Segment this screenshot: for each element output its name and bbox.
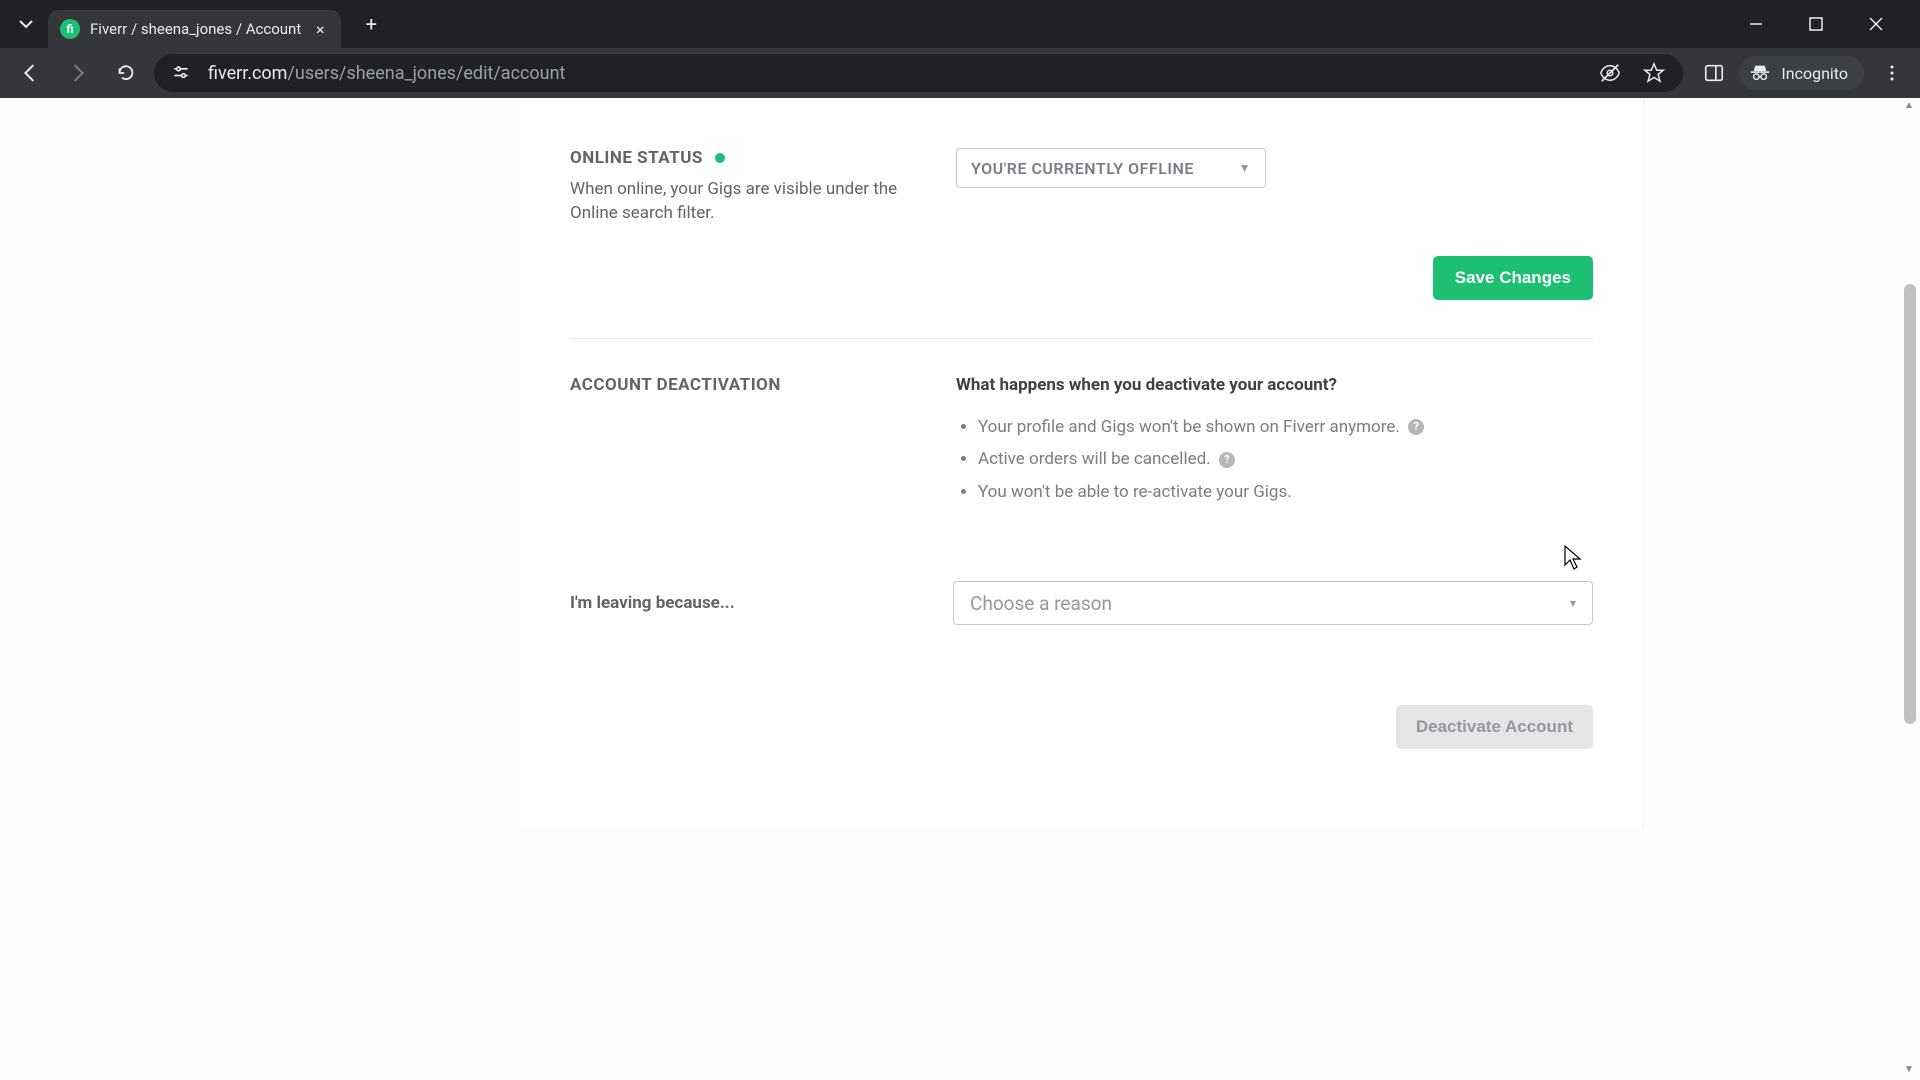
online-status-heading: ONLINE STATUS (570, 148, 916, 168)
side-panel-button[interactable] (1699, 58, 1729, 88)
online-status-select[interactable]: YOU'RE CURRENTLY OFFLINE ▼ (956, 148, 1266, 188)
minimize-icon (1749, 17, 1763, 31)
eye-off-icon (1599, 62, 1621, 84)
incognito-badge[interactable]: Incognito (1739, 56, 1864, 90)
leaving-reason-select[interactable]: Choose a reason ▾ (953, 581, 1593, 625)
dots-vertical-icon (1883, 64, 1901, 82)
privacy-eye-button[interactable] (1595, 58, 1625, 88)
deactivation-info-title: What happens when you deactivate your ac… (956, 375, 1593, 395)
url-domain: fiverr.com (208, 63, 287, 84)
chevron-down-icon: ▼ (1239, 161, 1251, 175)
url-field[interactable]: fiverr.com/users/sheena_jones/edit/accou… (154, 54, 1683, 92)
chevron-down-icon: ▾ (1570, 596, 1576, 610)
scroll-down-arrow-icon[interactable]: ▼ (1903, 1064, 1915, 1078)
reload-icon (115, 62, 137, 84)
incognito-label: Incognito (1781, 64, 1848, 83)
deactivation-info-item: You won't be able to re-activate your Gi… (978, 478, 1593, 507)
online-status-heading-text: ONLINE STATUS (570, 148, 703, 168)
deactivate-row: Deactivate Account (570, 705, 1593, 749)
minimize-button[interactable] (1736, 6, 1776, 42)
close-icon (1869, 17, 1883, 31)
arrow-right-icon (67, 62, 89, 84)
tune-icon (171, 63, 191, 83)
close-window-button[interactable] (1856, 6, 1896, 42)
deactivation-item-text: You won't be able to re-activate your Gi… (978, 482, 1292, 502)
account-settings-card: ONLINE STATUS When online, your Gigs are… (520, 98, 1644, 829)
address-bar: fiverr.com/users/sheena_jones/edit/accou… (0, 48, 1920, 98)
url-path: /users/sheena_jones/edit/account (287, 63, 565, 84)
scroll-up-arrow-icon[interactable]: ▲ (1903, 100, 1915, 114)
leaving-reason-label: I'm leaving because... (570, 593, 913, 613)
deactivation-item-text: Active orders will be cancelled. (978, 449, 1211, 469)
deactivation-info-list: Your profile and Gigs won't be shown on … (956, 413, 1593, 508)
tab-close-button[interactable]: × (311, 20, 329, 38)
nav-forward-button[interactable] (58, 53, 98, 93)
save-row: Save Changes (570, 256, 1593, 328)
deactivate-account-button: Deactivate Account (1396, 705, 1593, 749)
nav-back-button[interactable] (10, 53, 50, 93)
maximize-button[interactable] (1796, 6, 1836, 42)
leaving-reason-placeholder: Choose a reason (970, 592, 1112, 615)
section-divider (570, 338, 1593, 339)
leaving-reason-section: I'm leaving because... Choose a reason ▾ (570, 581, 1593, 655)
arrow-left-icon (19, 62, 41, 84)
tab-search-dropdown[interactable] (8, 6, 44, 42)
deactivation-info-section: ACCOUNT DEACTIVATION What happens when y… (570, 375, 1593, 542)
info-icon[interactable]: ? (1408, 419, 1424, 435)
site-info-button[interactable] (168, 60, 194, 86)
favicon-fiverr: fi (60, 19, 80, 39)
panel-icon (1703, 62, 1725, 84)
bookmark-button[interactable] (1639, 58, 1669, 88)
scrollbar-track[interactable]: ▲ ▼ (1904, 98, 1918, 1080)
chrome-menu-button[interactable] (1874, 55, 1910, 91)
tab-title: Fiverr / sheena_jones / Account (90, 20, 301, 38)
new-tab-button[interactable]: + (355, 8, 387, 40)
window-controls (1736, 6, 1912, 42)
online-status-section: ONLINE STATUS When online, your Gigs are… (570, 148, 1593, 256)
chevron-down-icon (18, 16, 34, 32)
star-icon (1643, 62, 1665, 84)
info-icon[interactable]: ? (1219, 452, 1235, 468)
deactivation-item-text: Your profile and Gigs won't be shown on … (978, 417, 1400, 437)
online-status-selected-value: YOU'RE CURRENTLY OFFLINE (971, 159, 1194, 178)
browser-chrome: fi Fiverr / sheena_jones / Account × + (0, 0, 1920, 98)
save-changes-button[interactable]: Save Changes (1433, 256, 1593, 300)
reload-button[interactable] (106, 53, 146, 93)
scrollbar-thumb[interactable] (1904, 284, 1916, 724)
incognito-icon (1749, 62, 1771, 84)
deactivation-info-item: Active orders will be cancelled. ? (978, 445, 1593, 474)
online-status-subtext: When online, your Gigs are visible under… (570, 178, 916, 226)
tab-bar: fi Fiverr / sheena_jones / Account × + (0, 0, 1920, 48)
page-viewport: ONLINE STATUS When online, your Gigs are… (0, 98, 1920, 1080)
maximize-icon (1809, 17, 1823, 31)
online-status-dot-icon (715, 153, 725, 163)
browser-tab-active[interactable]: fi Fiverr / sheena_jones / Account × (48, 10, 341, 48)
url-text: fiverr.com/users/sheena_jones/edit/accou… (208, 63, 1581, 84)
deactivation-heading: ACCOUNT DEACTIVATION (570, 375, 916, 395)
deactivation-info-item: Your profile and Gigs won't be shown on … (978, 413, 1593, 442)
